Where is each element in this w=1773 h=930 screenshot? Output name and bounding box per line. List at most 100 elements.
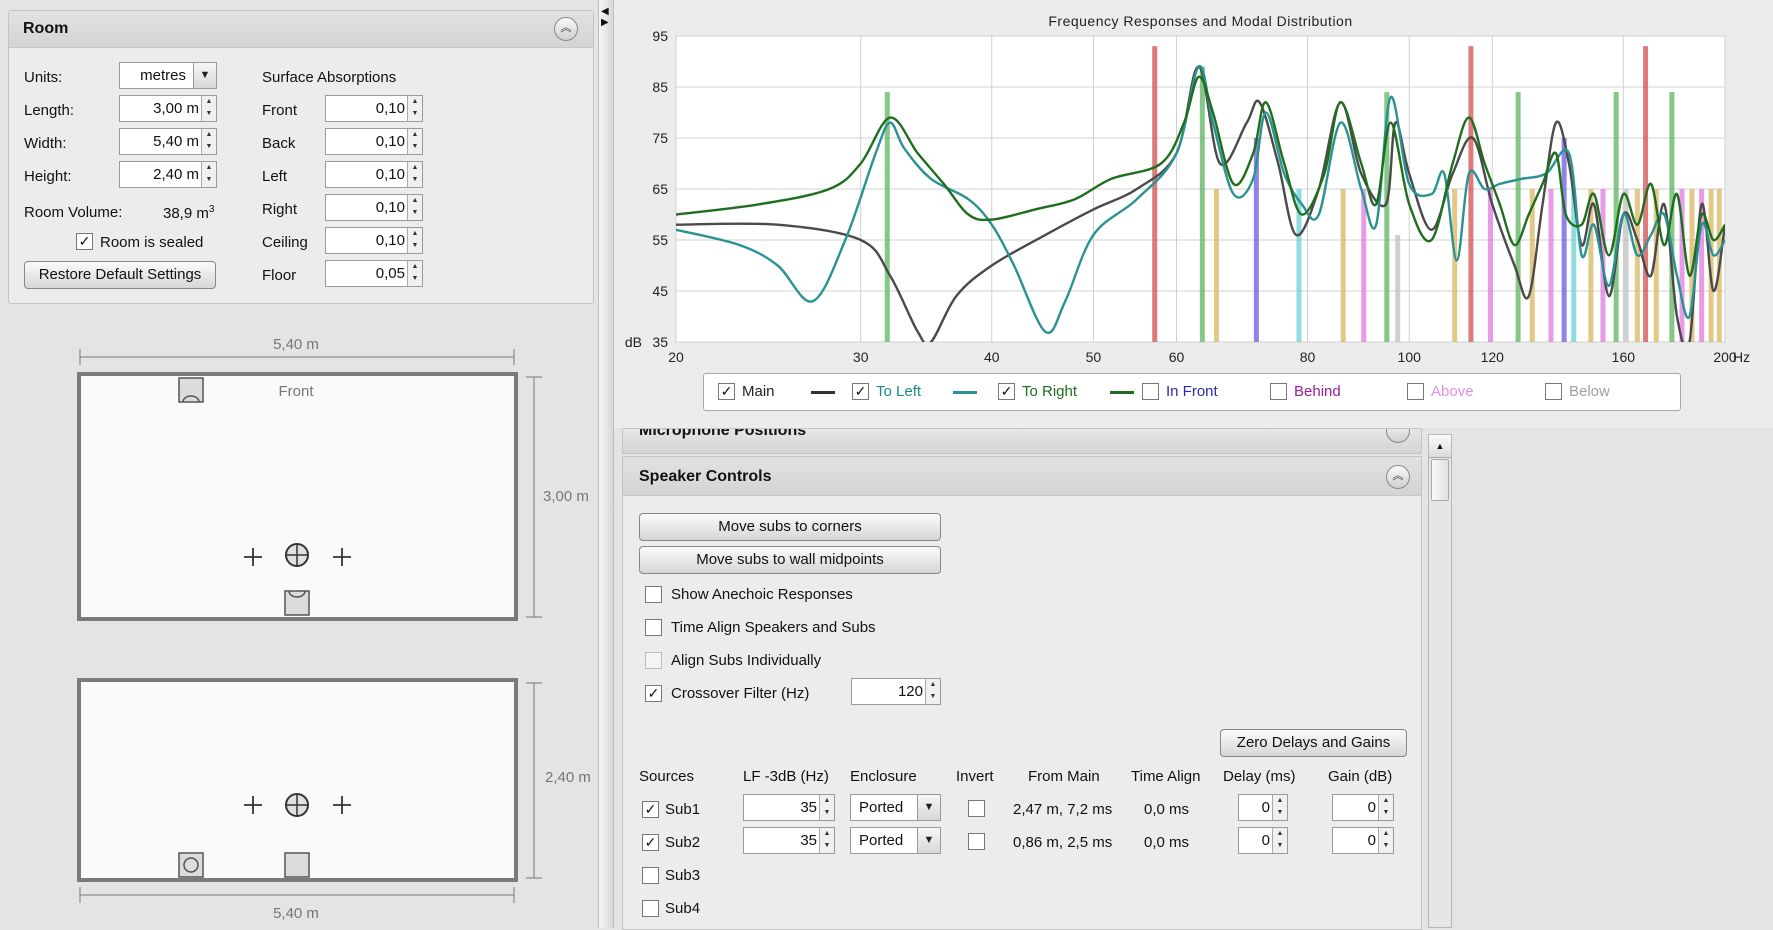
sub2-lf-spinner[interactable]: 35 ▲ ▼: [743, 827, 835, 854]
collapse-icon[interactable]: ︽: [1386, 465, 1410, 489]
sub2-enclosure-select[interactable]: Ported ▼: [850, 827, 941, 854]
spin-arrows[interactable]: ▲ ▼: [201, 129, 216, 154]
legend-to-left-checkbox[interactable]: ✓: [852, 383, 869, 400]
sub2-checkbox[interactable]: ✓: [642, 834, 659, 851]
speaker-controls-header[interactable]: Speaker Controls ︽: [623, 457, 1421, 496]
room-panel: Room ︽ Units: metres ▼ Length: 3,00 m ▲ ▼…: [8, 10, 594, 304]
chart-area: Frequency Responses and Modal Distributi…: [614, 0, 1773, 428]
splitter-arrow-icon[interactable]: ◀ ▶: [601, 6, 609, 28]
listener-position-icon[interactable]: [285, 543, 309, 567]
legend-above-checkbox[interactable]: [1407, 383, 1424, 400]
y-tick-label: 75: [652, 130, 668, 146]
spin-arrows[interactable]: ▲ ▼: [407, 162, 422, 187]
sub2-invert-checkbox[interactable]: [968, 833, 985, 850]
spin-arrows[interactable]: ▲ ▼: [819, 828, 834, 853]
sub1-invert-checkbox[interactable]: [968, 800, 985, 817]
time-align-checkbox[interactable]: [645, 619, 662, 636]
legend-main-checkbox[interactable]: ✓: [718, 383, 735, 400]
spin-arrows[interactable]: ▲ ▼: [407, 261, 422, 286]
anechoic-checkbox[interactable]: [645, 586, 662, 603]
header-sources: Sources: [639, 768, 695, 785]
spin-arrows[interactable]: ▲ ▼: [407, 228, 422, 253]
sub-speaker-plan[interactable]: [284, 590, 310, 616]
listener-head-icon[interactable]: [285, 793, 309, 817]
elevation-side-dimension: 2,40 m: [545, 769, 591, 786]
sub1-enclosure-value: Ported: [859, 799, 904, 816]
y-tick-label: 85: [652, 79, 668, 95]
restore-defaults-button[interactable]: Restore Default Settings: [24, 261, 216, 289]
mode-bar: [1340, 189, 1346, 342]
sub2-gain-spinner[interactable]: 0 ▲ ▼: [1332, 827, 1394, 854]
align-subs-checkbox[interactable]: [645, 652, 662, 669]
splitter[interactable]: ◀ ▶: [598, 0, 614, 928]
surface-front-label: Front: [262, 102, 298, 119]
surface-floor-value: 0,05: [375, 265, 405, 282]
crossover-checkbox[interactable]: ✓: [645, 685, 662, 702]
spin-arrows[interactable]: ▲ ▼: [407, 195, 422, 220]
time-align-label: Time Align Speakers and Subs: [671, 619, 876, 636]
spin-arrows[interactable]: ▲ ▼: [925, 679, 940, 704]
mic-positions-panel-header[interactable]: Microphone Positions ︾: [622, 428, 1422, 454]
width-spinner[interactable]: 5,40 m ▲ ▼: [119, 128, 217, 155]
legend-in-front-checkbox[interactable]: [1142, 383, 1159, 400]
spin-arrows[interactable]: ▲ ▼: [1378, 795, 1393, 820]
spin-arrows[interactable]: ▲ ▼: [1272, 828, 1287, 853]
sub4-checkbox[interactable]: [642, 900, 659, 917]
header-enclosure: Enclosure: [850, 768, 917, 785]
legend-behind-checkbox[interactable]: [1270, 383, 1287, 400]
surface-back-spinner[interactable]: 0,10 ▲ ▼: [325, 128, 423, 155]
surface-floor-spinner[interactable]: 0,05 ▲ ▼: [325, 260, 423, 287]
spin-arrows[interactable]: ▲ ▼: [819, 795, 834, 820]
expand-icon[interactable]: ︾: [1386, 429, 1410, 443]
scroll-thumb[interactable]: [1431, 459, 1449, 501]
surface-front-spinner[interactable]: 0,10 ▲ ▼: [325, 95, 423, 122]
spin-arrows[interactable]: ▲ ▼: [201, 162, 216, 187]
spin-arrows[interactable]: ▲ ▼: [407, 96, 422, 121]
plan-front-label: Front: [278, 383, 314, 400]
surface-back-value: 0,10: [375, 133, 405, 150]
sub-speaker-elevation[interactable]: [284, 852, 310, 878]
chevron-down-icon[interactable]: ▼: [917, 828, 940, 853]
sub1-enclosure-select[interactable]: Ported ▼: [850, 794, 941, 821]
speaker-panel-scrollbar[interactable]: ▲: [1428, 434, 1452, 928]
sub2-delay-spinner[interactable]: 0 ▲ ▼: [1238, 827, 1288, 854]
room-sealed-checkbox[interactable]: ✓: [76, 233, 93, 250]
speaker-main-plan[interactable]: [178, 377, 204, 403]
units-select[interactable]: metres ▼: [119, 62, 217, 89]
y-tick-label: 95: [652, 28, 668, 44]
zero-delays-gains-button[interactable]: Zero Delays and Gains: [1220, 729, 1407, 757]
move-subs-corners-button[interactable]: Move subs to corners: [639, 513, 941, 541]
move-subs-midpoints-button[interactable]: Move subs to wall midpoints: [639, 546, 941, 574]
legend-below-checkbox[interactable]: [1545, 383, 1562, 400]
room-panel-header[interactable]: Room ︽: [9, 11, 593, 48]
surface-left-spinner[interactable]: 0,10 ▲ ▼: [325, 161, 423, 188]
height-spinner[interactable]: 2,40 m ▲ ▼: [119, 161, 217, 188]
scroll-up-icon[interactable]: ▲: [1429, 435, 1451, 458]
sub1-checkbox[interactable]: ✓: [642, 801, 659, 818]
speaker-main-elevation[interactable]: [178, 852, 204, 878]
sub1-lf-spinner[interactable]: 35 ▲ ▼: [743, 794, 835, 821]
mode-bar: [1213, 189, 1219, 342]
surface-ceiling-spinner[interactable]: 0,10 ▲ ▼: [325, 227, 423, 254]
chevron-down-icon[interactable]: ▼: [193, 63, 216, 88]
spin-arrows[interactable]: ▲ ▼: [1378, 828, 1393, 853]
spin-arrows[interactable]: ▲ ▼: [1272, 795, 1287, 820]
spin-arrows[interactable]: ▲ ▼: [201, 96, 216, 121]
chevron-down-icon[interactable]: ▼: [917, 795, 940, 820]
surface-right-spinner[interactable]: 0,10 ▲ ▼: [325, 194, 423, 221]
collapse-icon[interactable]: ︽: [554, 17, 578, 41]
spin-arrows[interactable]: ▲ ▼: [407, 129, 422, 154]
sub1-gain-spinner[interactable]: 0 ▲ ▼: [1332, 794, 1394, 821]
mode-bar: [1452, 189, 1458, 342]
sub3-checkbox[interactable]: [642, 867, 659, 884]
sub2-lf-value: 35: [800, 832, 817, 849]
legend-to-right-checkbox[interactable]: ✓: [998, 383, 1015, 400]
crossover-spinner[interactable]: 120 ▲ ▼: [851, 678, 941, 705]
header-gain: Gain (dB): [1328, 768, 1393, 785]
x-tick-label: 30: [853, 349, 869, 365]
y-axis-label: dB: [625, 334, 642, 350]
header-from-main: From Main: [1028, 768, 1100, 785]
sub1-delay-spinner[interactable]: 0 ▲ ▼: [1238, 794, 1288, 821]
y-tick-label: 65: [652, 181, 668, 197]
length-spinner[interactable]: 3,00 m ▲ ▼: [119, 95, 217, 122]
